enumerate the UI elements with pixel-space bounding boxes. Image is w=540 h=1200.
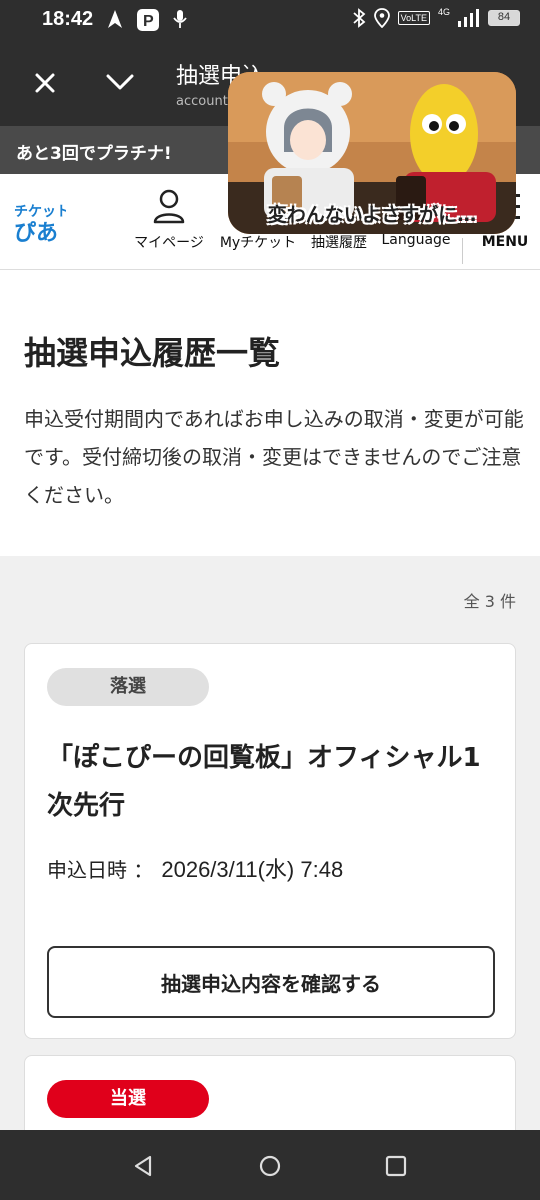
microphone-icon bbox=[173, 10, 187, 28]
floating-video-overlay[interactable]: 変わんないよさすがに… bbox=[228, 72, 516, 234]
location-pin-icon bbox=[373, 8, 390, 28]
svg-text:P: P bbox=[143, 13, 154, 30]
status-badge-won: 当選 bbox=[47, 1080, 209, 1118]
system-navigation-bar bbox=[0, 1130, 540, 1200]
nav-myticket-label: Myチケット bbox=[219, 235, 297, 251]
nav-mypage-label: マイページ bbox=[134, 235, 204, 251]
location-arrow-icon bbox=[108, 10, 122, 28]
back-triangle-icon[interactable] bbox=[132, 1154, 154, 1178]
result-count: 全 3 件 bbox=[463, 592, 516, 611]
nav-menu-label: MENU bbox=[481, 234, 529, 250]
chevron-down-icon[interactable] bbox=[104, 70, 136, 94]
home-circle-icon[interactable] bbox=[258, 1154, 282, 1178]
video-caption: 変わんないよさすがに… bbox=[267, 204, 477, 226]
nav-mypage[interactable]: マイページ bbox=[130, 188, 208, 252]
confirm-application-button[interactable]: 抽選申込内容を確認する bbox=[47, 946, 495, 1018]
applied-value: 2026/3/11(水) 7:48 bbox=[161, 857, 344, 882]
ticket-pia-logo[interactable]: チケット ぴあ bbox=[14, 198, 66, 244]
recents-square-icon[interactable] bbox=[384, 1154, 408, 1178]
applied-datetime: 申込日時 ： 2026/3/11(水) 7:48 bbox=[47, 852, 343, 884]
svg-text:ぴあ: ぴあ bbox=[14, 221, 58, 244]
close-icon[interactable] bbox=[28, 66, 62, 100]
status-badge-lost: 落選 bbox=[47, 668, 209, 706]
page-title: 抽選申込履歴一覧 bbox=[24, 334, 281, 372]
event-title: 「ぽこぴーの回覧板」オフィシャル1次先行 bbox=[47, 743, 481, 821]
nav-divider bbox=[462, 238, 463, 264]
lottery-history-list: 全 3 件 落選 「ぽこぴーの回覧板」オフィシャル1次先行 申込日時 ： 2026… bbox=[0, 556, 540, 1200]
battery-icon: 84 bbox=[488, 10, 520, 26]
applied-label: 申込日時 ： bbox=[47, 858, 154, 882]
volte-indicator: VoLTE bbox=[397, 11, 430, 25]
clock: 18:42 bbox=[42, 8, 94, 30]
signal-icon bbox=[458, 9, 479, 27]
nav-language-label: Language bbox=[381, 232, 451, 248]
lottery-card: 落選 「ぽこぴーの回覧板」オフィシャル1次先行 申込日時 ： 2026/3/11(… bbox=[24, 643, 516, 1039]
page-intro-section: 抽選申込履歴一覧 申込受付期間内であればお申し込みの取消・変更が可能です。受付締… bbox=[0, 270, 540, 556]
page-intro-text: 申込受付期間内であればお申し込みの取消・変更が可能です。受付締切後の取消・変更は… bbox=[24, 407, 524, 507]
network-type: 4G bbox=[437, 7, 450, 17]
svg-text:チケット: チケット bbox=[14, 204, 66, 220]
parking-app-icon: P bbox=[137, 9, 159, 31]
bluetooth-icon bbox=[353, 8, 366, 28]
status-bar: 18:42 P VoLTE 4G 84 bbox=[0, 0, 540, 40]
nav-history-label: 抽選履歴 bbox=[311, 235, 367, 251]
user-icon bbox=[153, 189, 185, 224]
browser-url[interactable]: account bbox=[176, 94, 228, 109]
promo-text: あと3回でプラチナ! bbox=[16, 144, 172, 164]
